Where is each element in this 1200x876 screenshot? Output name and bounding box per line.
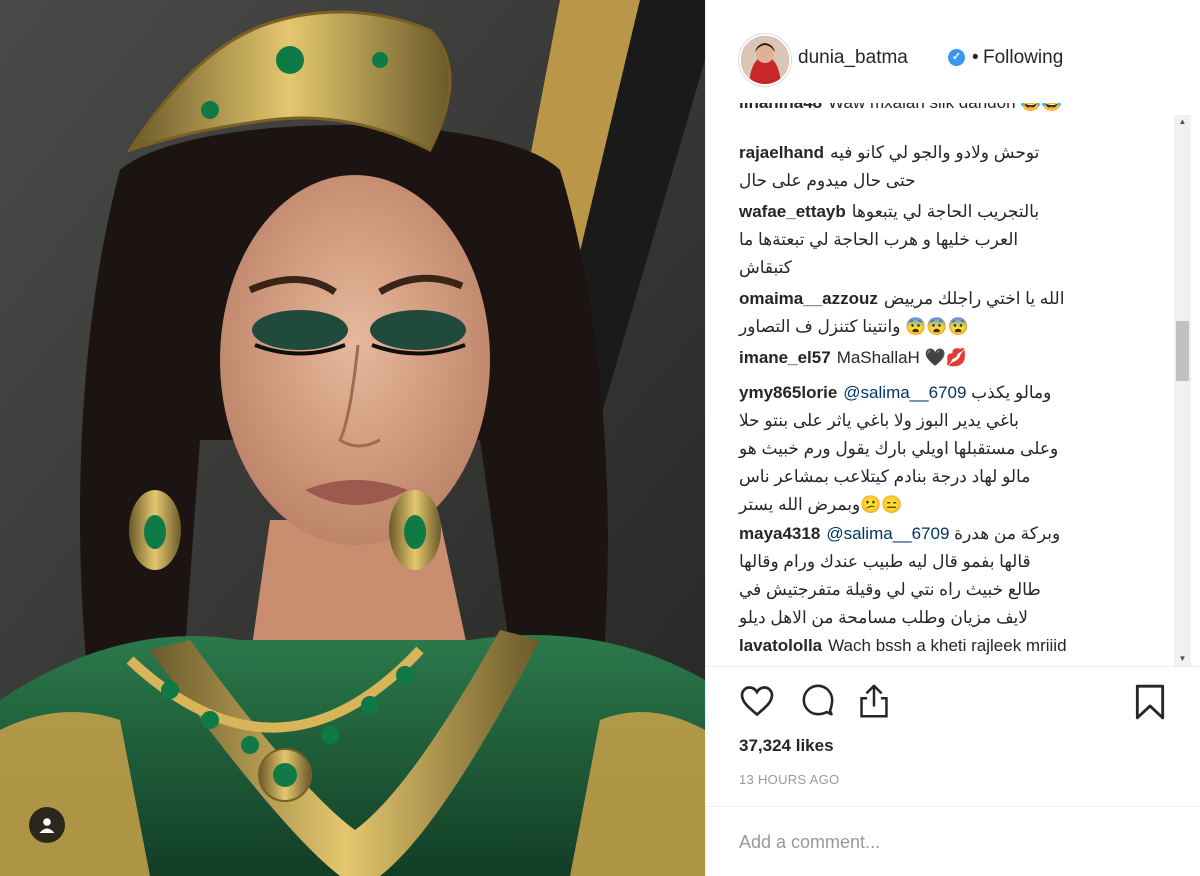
comment-item: maya4318 @salima__6709 وبركة من هدرة قاله… [739, 520, 1149, 632]
action-bar [739, 683, 1179, 727]
post-photo-illustration [0, 0, 705, 876]
comment-text-line: العرب خليها و هرب الحاجة لي تبعتةها ما [739, 230, 1019, 249]
comment-button[interactable] [801, 683, 841, 727]
person-icon [39, 818, 55, 833]
username-link[interactable]: dunia_batma [798, 47, 908, 69]
comment-text-line: حتى حال ميدوم على حال [739, 171, 916, 190]
comment-text-line: وعلى مستقبلها اويلي بارك يقول ورم خبيث ه… [739, 439, 1059, 458]
comment-text-line: 😑😕وبمرض الله يستر [739, 495, 903, 514]
comments-scrollbar[interactable]: ▲ ▼ [1174, 115, 1191, 666]
avatar-image [741, 36, 789, 84]
post-photo[interactable] [0, 0, 705, 876]
comment-item: wafae_ettayb بالتجريب الحاجة لي يتبعوها ا… [739, 198, 1149, 282]
comment-icon [802, 684, 834, 716]
comment-item: ymy865lorie @salima__6709 ومالو يكذب باغي… [739, 379, 1149, 519]
like-button[interactable] [739, 683, 779, 727]
comment-text-line: باغي يدير البوز ولا باغي ياثر على بنتو ح… [739, 411, 1019, 430]
comment-text: الله يا اختي راجلك مرييض [883, 289, 1065, 308]
scrollbar-thumb[interactable] [1176, 321, 1189, 381]
comment-item: omaima__azzouz الله يا اختي راجلك مرييض 😨… [739, 285, 1149, 341]
comment-text: Waw mxalah slik dahdoh 😂😂 [828, 103, 1062, 112]
comment-username[interactable]: ymy865lorie [739, 383, 837, 402]
post-header: dunia_batma ✓ • Following [706, 0, 1200, 115]
comment-username[interactable]: lavatololla [739, 636, 822, 655]
comment-text: ومالو يكذب [971, 383, 1052, 402]
comment-text-line: 😨😨😨 وانتينا كتنزل ف التصاور [739, 317, 969, 336]
comment-username[interactable]: wafae_ettayb [739, 202, 846, 221]
comment-text: بالتجريب الحاجة لي يتبعوها [851, 202, 1040, 221]
post-timestamp[interactable]: 13 HOURS AGO [739, 772, 839, 787]
add-comment-input[interactable] [739, 828, 1159, 856]
bookmark-icon [1135, 684, 1165, 720]
share-button[interactable] [857, 683, 897, 727]
divider [706, 806, 1200, 807]
comment-username[interactable]: linahina48 [739, 103, 822, 112]
scroll-down-arrow-icon[interactable]: ▼ [1174, 652, 1191, 666]
heart-icon [740, 686, 774, 717]
comments-list[interactable]: linahina48 Waw mxalah slik dahdoh 😂😂 raja… [706, 103, 1173, 666]
comment-item: imane_el57 MaShallaH 🖤💋 [739, 344, 1149, 372]
tagged-user-button[interactable] [29, 807, 65, 843]
comment-item: lavatololla Wach bssh a kheti rajleek mri… [739, 632, 1149, 666]
comment-text: توحش ولادو والجو لي كانو فيه [830, 143, 1040, 162]
likes-count[interactable]: 37,324 likes [739, 736, 834, 756]
comment-mention-link[interactable]: @salima__6709 [826, 524, 949, 543]
following-button[interactable]: Following [983, 47, 1063, 69]
comment-text-line: كتبقاش [739, 258, 792, 277]
comment-mention-link[interactable]: @salima__6709 [843, 383, 966, 402]
comment-text: Wach bssh a kheti rajleek mriiid [828, 636, 1067, 655]
share-icon [860, 684, 888, 718]
verified-badge-icon: ✓ [948, 49, 965, 66]
post-side-panel: dunia_batma ✓ • Following linahina48 Waw … [705, 0, 1200, 876]
comment-text-line: قالها بفمو قال ليه طبيب عندك ورام وقالها [739, 552, 1031, 571]
instagram-post-window: dunia_batma ✓ • Following linahina48 Waw … [0, 0, 1200, 876]
avatar[interactable] [739, 34, 791, 86]
comment-text: وبركة من هدرة [954, 524, 1061, 543]
comment-text-line: لايف مزيان وطلب مسامحة من الاهل ديلو [739, 608, 1028, 627]
scroll-up-arrow-icon[interactable]: ▲ [1174, 115, 1191, 129]
comment-item: rajaelhand توحش ولادو والجو لي كانو فيه ح… [739, 139, 1149, 195]
save-button[interactable] [1134, 683, 1174, 727]
comment-username[interactable]: omaima__azzouz [739, 289, 878, 308]
divider [706, 666, 1200, 667]
comment-text-line: مالو لهاد درجة بنادم كيتلاعب بمشاعر ناس [739, 467, 1031, 486]
comment-text: MaShallaH 🖤💋 [836, 348, 967, 367]
separator-dot: • [972, 47, 979, 68]
comment-username[interactable]: imane_el57 [739, 348, 831, 367]
comment-username[interactable]: rajaelhand [739, 143, 824, 162]
comment-item: linahina48 Waw mxalah slik dahdoh 😂😂 [739, 103, 1149, 117]
comment-username[interactable]: maya4318 [739, 524, 820, 543]
comment-text-line: طالع خبيث راه نتي لي وقيلة متفرجتيش في [739, 580, 1041, 599]
